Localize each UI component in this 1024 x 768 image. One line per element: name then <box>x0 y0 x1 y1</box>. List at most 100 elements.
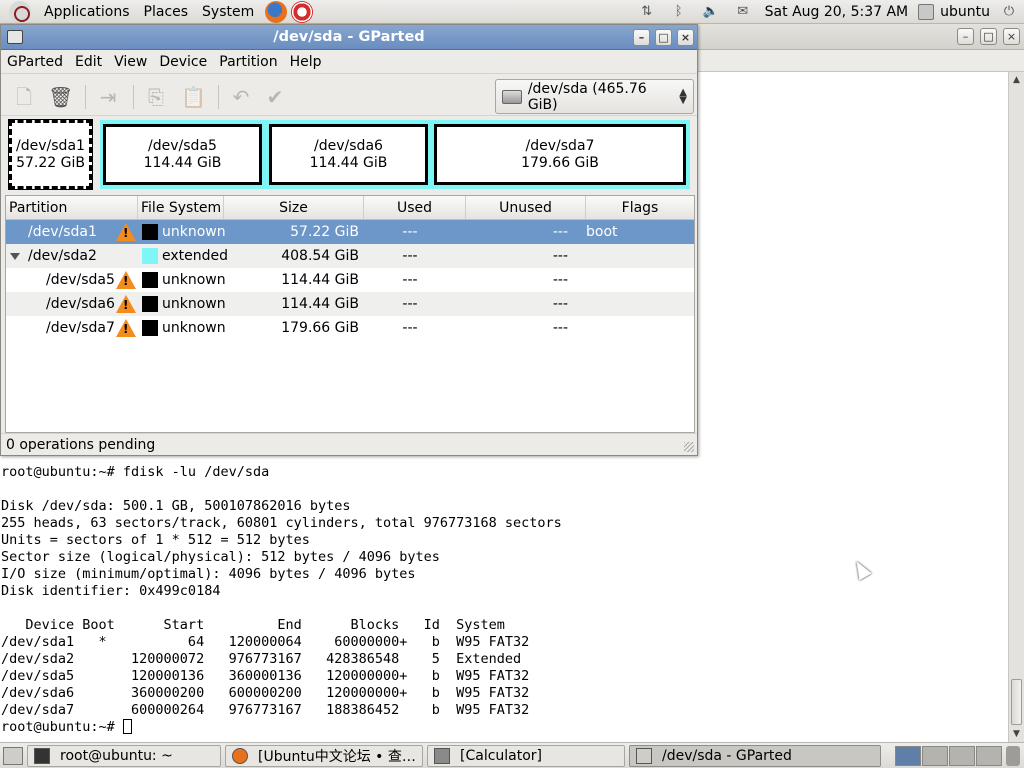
column-header-size[interactable]: Size <box>224 196 364 219</box>
mouse-pointer-icon <box>850 557 872 581</box>
menu-partition[interactable]: Partition <box>213 54 283 70</box>
menu-applications[interactable]: Applications <box>37 4 137 20</box>
terminal-scrollbar[interactable]: ▲ ▼ <box>1008 72 1024 742</box>
cell-unused: --- <box>552 248 568 264</box>
terminal-prompt-line[interactable]: root@ubuntu:~# <box>1 719 562 736</box>
diskmap-partition[interactable]: /dev/sda7 179.66 GiB <box>434 124 686 185</box>
filesystem-label: extended <box>162 248 229 264</box>
scrollbar-thumb[interactable] <box>1011 679 1022 725</box>
column-header-filesystem[interactable]: File System <box>138 196 224 219</box>
filesystem-label: unknown <box>162 224 226 240</box>
diskmap-partition[interactable]: /dev/sda6 114.44 GiB <box>269 124 428 185</box>
clock[interactable]: Sat Aug 20, 5:37 AM <box>765 4 908 20</box>
cell-filesystem: unknown <box>138 296 226 312</box>
partition-table: Partition File System Size Used Unused F… <box>5 195 695 433</box>
scroll-down-icon[interactable]: ▼ <box>1009 726 1024 742</box>
table-row[interactable]: /dev/sda5 unknown 114.44 GiB --- --- <box>6 268 694 292</box>
cell-unused: --- <box>552 320 568 336</box>
resize-move-icon[interactable]: ⇥ <box>96 85 120 109</box>
table-row[interactable]: /dev/sda1 unknown 57.22 GiB --- --- boot <box>6 220 694 244</box>
menubar: GParted Edit View Device Partition Help <box>1 50 697 74</box>
power-icon[interactable]: ⏻ <box>1000 3 1018 21</box>
menu-help[interactable]: Help <box>284 54 328 70</box>
maximize-icon[interactable]: □ <box>655 29 672 46</box>
show-desktop-icon[interactable] <box>3 746 23 765</box>
menu-device[interactable]: Device <box>153 54 213 70</box>
taskbar-button[interactable]: root@ubuntu: ~ <box>27 744 221 767</box>
close-icon[interactable]: × <box>1003 28 1020 45</box>
paste-icon[interactable]: 📋 <box>181 85 206 109</box>
user-icon <box>918 3 935 20</box>
delete-partition-icon[interactable]: 🗑 <box>48 85 73 109</box>
menu-edit[interactable]: Edit <box>69 54 108 70</box>
terminal-line: Disk /dev/sda: 500.1 GB, 500107862016 by… <box>1 498 351 514</box>
scroll-up-icon[interactable]: ▲ <box>1009 72 1024 88</box>
network-icon[interactable]: ⇅ <box>638 3 656 21</box>
terminal-titlebar: – □ × <box>698 24 1024 50</box>
terminal-line: /dev/sda1 * 64 120000064 60000000+ b W95… <box>1 634 530 650</box>
close-icon[interactable]: × <box>677 29 694 46</box>
resize-grip-icon[interactable] <box>684 442 694 452</box>
cell-unused: --- <box>552 224 568 240</box>
bluetooth-icon[interactable]: ᛒ <box>670 3 688 21</box>
taskbar-button[interactable]: [Calculator] <box>427 744 625 767</box>
copy-icon[interactable]: ⎘ <box>144 85 168 109</box>
cell-unused: --- <box>552 272 568 288</box>
apply-icon[interactable]: ✔ <box>263 85 287 109</box>
filesystem-label: unknown <box>162 272 226 288</box>
filesystem-color-swatch <box>142 224 158 240</box>
filesystem-label: unknown <box>162 296 226 312</box>
cell-flags: boot <box>586 224 618 240</box>
extended-partition-block[interactable]: /dev/sda5 114.44 GiB /dev/sda6 114.44 Gi… <box>100 120 690 189</box>
user-name[interactable]: ubuntu <box>940 4 990 20</box>
menu-view[interactable]: View <box>108 54 153 70</box>
help-launcher-icon[interactable] <box>291 0 314 23</box>
firefox-launcher-icon[interactable] <box>265 0 288 23</box>
maximize-icon[interactable]: □ <box>980 28 997 45</box>
menu-places[interactable]: Places <box>137 4 196 20</box>
diskmap-partition[interactable]: /dev/sda1 57.22 GiB <box>8 119 93 190</box>
table-body: /dev/sda1 unknown 57.22 GiB --- --- boot/dev/… <box>6 220 694 340</box>
partition-name: /dev/sda6 <box>314 137 383 154</box>
workspace[interactable] <box>949 745 975 766</box>
warning-cell <box>116 319 138 337</box>
taskbar-button[interactable]: [Ubuntu中文论坛 • 查… <box>225 744 423 767</box>
undo-icon[interactable]: ↶ <box>229 85 253 109</box>
minimize-icon[interactable]: – <box>633 29 650 46</box>
toolbar-separator <box>218 85 219 109</box>
column-header-used[interactable]: Used <box>364 196 466 219</box>
table-row[interactable]: /dev/sda7 unknown 179.66 GiB --- --- <box>6 316 694 340</box>
minimize-icon[interactable]: – <box>957 28 974 45</box>
new-partition-icon[interactable]: 🗋 <box>12 85 36 109</box>
text-cursor <box>122 719 132 734</box>
trash-icon[interactable] <box>1006 745 1020 766</box>
taskbar-button[interactable]: /dev/sda - GParted <box>629 744 881 767</box>
cell-used: --- <box>402 272 418 288</box>
table-row[interactable]: /dev/sda2 extended 408.54 GiB --- --- <box>6 244 694 268</box>
warning-icon <box>116 223 136 241</box>
warning-cell <box>116 223 138 241</box>
volume-icon[interactable]: 🔈 <box>702 3 720 21</box>
terminal-line: Device Boot Start End Blocks Id System <box>1 617 505 633</box>
table-row[interactable]: /dev/sda6 unknown 114.44 GiB --- --- <box>6 292 694 316</box>
terminal-prompt: root@ubuntu:~# <box>1 719 123 735</box>
expander-icon[interactable] <box>10 253 20 260</box>
terminal-line: 255 heads, 63 sectors/track, 60801 cylin… <box>1 515 562 531</box>
column-header-partition[interactable]: Partition <box>6 196 138 219</box>
menu-system[interactable]: System <box>195 4 261 20</box>
disk-map: /dev/sda1 57.22 GiB /dev/sda5 114.44 GiB… <box>8 119 690 190</box>
workspace[interactable] <box>976 745 1002 766</box>
mail-icon[interactable]: ✉ <box>734 3 752 21</box>
diskmap-partition[interactable]: /dev/sda5 114.44 GiB <box>103 124 262 185</box>
ubuntu-logo-icon[interactable] <box>9 0 31 23</box>
terminal-output[interactable]: root@ubuntu:~# fdisk -lu /dev/sda Disk /d… <box>1 464 562 736</box>
workspace[interactable] <box>922 745 948 766</box>
column-header-flags[interactable]: Flags <box>586 196 694 219</box>
device-selector[interactable]: /dev/sda (465.76 GiB) ▲ ▼ <box>495 79 694 114</box>
menu-gparted[interactable]: GParted <box>1 54 69 70</box>
terminal-line: I/O size (minimum/optimal): 4096 bytes /… <box>1 566 416 582</box>
taskbar-label: [Ubuntu中文论坛 • 查… <box>258 748 416 765</box>
workspace[interactable] <box>895 745 921 766</box>
column-header-unused[interactable]: Unused <box>466 196 586 219</box>
window-list: root@ubuntu: ~ [Ubuntu中文论坛 • 查… [Calculato… <box>23 744 881 767</box>
